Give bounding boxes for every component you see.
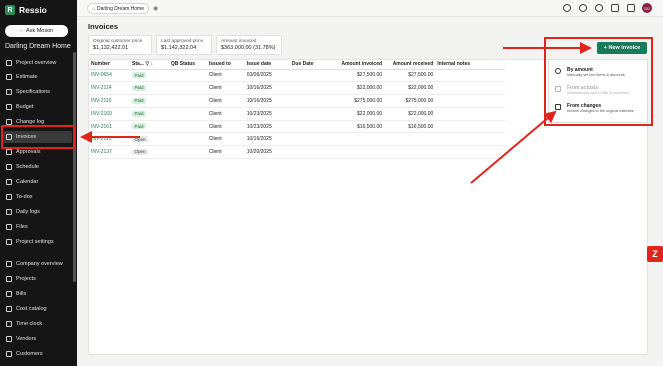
arrow-to-from-changes — [470, 110, 557, 184]
annotation-arrows — [80, 42, 592, 184]
